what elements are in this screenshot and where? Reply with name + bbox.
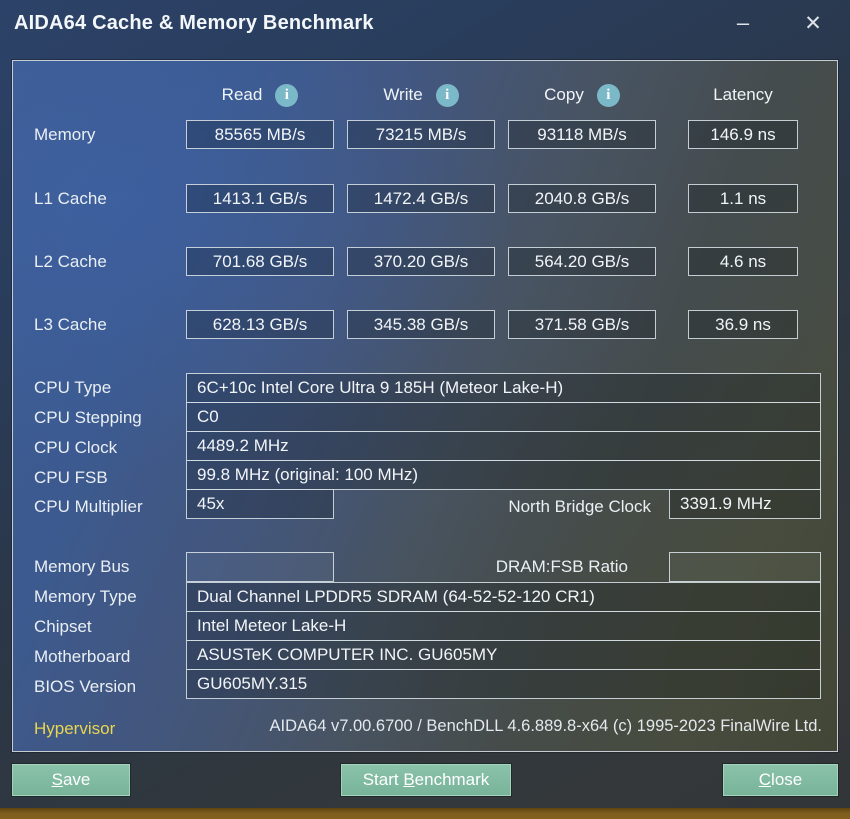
start-benchmark-button[interactable]: Start Benchmark — [341, 764, 511, 796]
memory-bus-value — [186, 552, 334, 582]
info-icon[interactable]: i — [275, 83, 299, 107]
column-header-read: Read i — [186, 81, 334, 109]
l3-copy-value: 371.58 GB/s — [508, 310, 656, 339]
info-glyph: i — [284, 86, 289, 103]
l2-latency-value: 4.6 ns — [688, 247, 798, 276]
row-label-cpu-clock: CPU Clock — [34, 438, 118, 457]
row-label-cpu-multiplier: CPU Multiplier — [34, 497, 143, 516]
l1-copy-value: 2040.8 GB/s — [508, 184, 656, 213]
close-button-label-post: lose — [771, 770, 803, 789]
info-glyph: i — [445, 86, 450, 103]
row-label-cpu-type: CPU Type — [34, 378, 112, 397]
l3-latency-value: 36.9 ns — [688, 310, 798, 339]
memory-write-value: 73215 MB/s — [347, 120, 495, 149]
info-glyph: i — [606, 86, 611, 103]
start-benchmark-label-post: enchmark — [414, 770, 490, 789]
memory-type-value: Dual Channel LPDDR5 SDRAM (64-52-52-120 … — [186, 582, 821, 612]
l2-read-value: 701.68 GB/s — [186, 247, 334, 276]
close-button[interactable]: Close — [723, 764, 838, 796]
save-button[interactable]: Save — [12, 764, 130, 796]
start-benchmark-label-underline: B — [403, 770, 415, 789]
cpu-type-value: 6C+10c Intel Core Ultra 9 185H (Meteor L… — [186, 373, 821, 403]
row-label-cpu-fsb: CPU FSB — [34, 468, 108, 487]
row-label-cpu-stepping: CPU Stepping — [34, 408, 142, 427]
l1-write-value: 1472.4 GB/s — [347, 184, 495, 213]
bios-version-value: GU605MY.315 — [186, 669, 821, 699]
minimize-icon: – — [736, 10, 750, 35]
chipset-value: Intel Meteor Lake-H — [186, 611, 821, 641]
hypervisor-label: Hypervisor — [34, 719, 116, 738]
north-bridge-clock-value: 3391.9 MHz — [669, 489, 821, 519]
l2-write-value: 370.20 GB/s — [347, 247, 495, 276]
info-icon[interactable]: i — [596, 83, 620, 107]
copy-column-label: Copy — [544, 85, 584, 104]
row-label-chipset: Chipset — [34, 617, 92, 636]
l3-write-value: 345.38 GB/s — [347, 310, 495, 339]
l1-latency-value: 1.1 ns — [688, 184, 798, 213]
window-title: AIDA64 Cache & Memory Benchmark — [14, 12, 374, 34]
cpu-multiplier-value: 45x — [186, 489, 334, 519]
write-column-label: Write — [383, 85, 423, 104]
memory-copy-value: 93118 MB/s — [508, 120, 656, 149]
column-header-copy: Copy i — [508, 81, 656, 109]
start-benchmark-label-pre: Start — [362, 770, 404, 789]
dram-fsb-ratio-value — [669, 552, 821, 582]
close-window-button[interactable]: ✕ — [790, 6, 836, 40]
save-button-label-post: ave — [62, 770, 91, 789]
row-label-memory-type: Memory Type — [34, 587, 137, 606]
motherboard-value: ASUSTeK COMPUTER INC. GU605MY — [186, 640, 821, 670]
info-icon[interactable]: i — [435, 83, 459, 107]
read-column-label: Read — [221, 85, 263, 104]
save-button-label-underline: S — [51, 770, 63, 789]
latency-column-label: Latency — [713, 85, 773, 104]
memory-read-value: 85565 MB/s — [186, 120, 334, 149]
aida64-benchmark-window: AIDA64 Cache & Memory Benchmark – ✕ Read… — [0, 0, 850, 819]
row-label-bios-version: BIOS Version — [34, 677, 137, 696]
l2-copy-value: 564.20 GB/s — [508, 247, 656, 276]
row-label-motherboard: Motherboard — [34, 647, 131, 666]
cpu-fsb-value: 99.8 MHz (original: 100 MHz) — [186, 460, 821, 490]
benchmark-panel: Read i Write i Copy i Latency Memory 855… — [12, 60, 838, 752]
row-label-memory-bus: Memory Bus — [34, 557, 130, 576]
column-header-write: Write i — [347, 81, 495, 109]
title-bar: AIDA64 Cache & Memory Benchmark – ✕ — [0, 0, 850, 58]
l3-read-value: 628.13 GB/s — [186, 310, 334, 339]
close-icon: ✕ — [804, 11, 822, 35]
memory-latency-value: 146.9 ns — [688, 120, 798, 149]
cpu-clock-value: 4489.2 MHz — [186, 431, 821, 461]
minimize-button[interactable]: – — [720, 6, 766, 40]
l1-read-value: 1413.1 GB/s — [186, 184, 334, 213]
row-label-l3-cache: L3 Cache — [34, 315, 107, 334]
cpu-stepping-value: C0 — [186, 402, 821, 432]
bottom-edge-strip — [0, 808, 850, 819]
row-label-l1-cache: L1 Cache — [34, 189, 107, 208]
dram-fsb-ratio-label: DRAM:FSB Ratio — [495, 557, 628, 576]
row-label-memory: Memory — [34, 125, 96, 144]
row-label-l2-cache: L2 Cache — [34, 252, 107, 271]
version-copyright-text: AIDA64 v7.00.6700 / BenchDLL 4.6.889.8-x… — [269, 717, 822, 735]
north-bridge-clock-label: North Bridge Clock — [508, 497, 651, 516]
close-button-label-underline: C — [758, 770, 772, 789]
column-header-latency: Latency — [668, 81, 818, 109]
